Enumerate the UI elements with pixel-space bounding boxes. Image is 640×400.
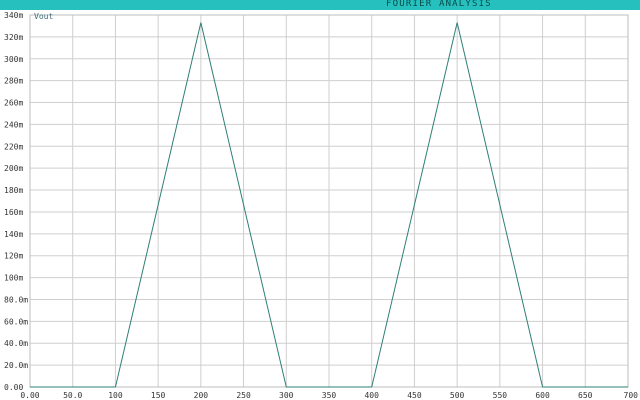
y-tick-label: 340m: [4, 11, 23, 20]
y-tick-label: 320m: [4, 33, 23, 42]
x-tick-label: 350: [322, 391, 337, 400]
series-label-vout: Vout: [34, 12, 53, 21]
x-tick-label: 250: [236, 391, 251, 400]
x-tick-label: 100: [108, 391, 123, 400]
y-tick-label: 300m: [4, 55, 23, 64]
x-axis-ticks: 0.00 50.0 100 150 200 250 300 350 400 450 500 550 60…: [20, 391, 638, 400]
y-tick-label: 240m: [4, 120, 23, 129]
y-tick-label: 160m: [4, 208, 23, 217]
y-tick-label: 260m: [4, 99, 23, 108]
y-tick-label: 140m: [4, 230, 23, 239]
x-tick-label: 650: [578, 391, 593, 400]
y-tick-label: 80.0m: [4, 295, 28, 304]
x-tick-label: 300: [279, 391, 294, 400]
y-tick-label: 220m: [4, 142, 23, 151]
y-tick-label: 100m: [4, 274, 23, 283]
x-tick-label: 400: [364, 391, 379, 400]
x-tick-label: 700: [624, 391, 639, 400]
y-tick-label: 40.0m: [4, 339, 28, 348]
x-tick-label: 0.00: [20, 391, 39, 400]
y-tick-label: 60.0m: [4, 317, 28, 326]
y-tick-label: 280m: [4, 77, 23, 86]
y-tick-label: 200m: [4, 164, 23, 173]
x-tick-label: 150: [151, 391, 166, 400]
x-tick-label: 500: [450, 391, 465, 400]
chart-plot: 0.00 20.0m 40.0m 60.0m 80.0m 100m 120m 140m 160m…: [4, 11, 638, 400]
y-axis-ticks: 0.0020.0m40.0m60.0m80.0m100m120m140m160m…: [4, 11, 28, 392]
x-tick-label: 450: [407, 391, 422, 400]
y-tick-label: 120m: [4, 252, 23, 261]
x-tick-label: 600: [535, 391, 550, 400]
x-tick-label: 50.0: [63, 391, 82, 400]
x-tick-label: 200: [194, 391, 209, 400]
x-tick-label: 550: [493, 391, 508, 400]
y-tick-label: 20.0m: [4, 361, 28, 370]
chart-grid: [29, 14, 629, 388]
y-tick-label: 180m: [4, 186, 23, 195]
